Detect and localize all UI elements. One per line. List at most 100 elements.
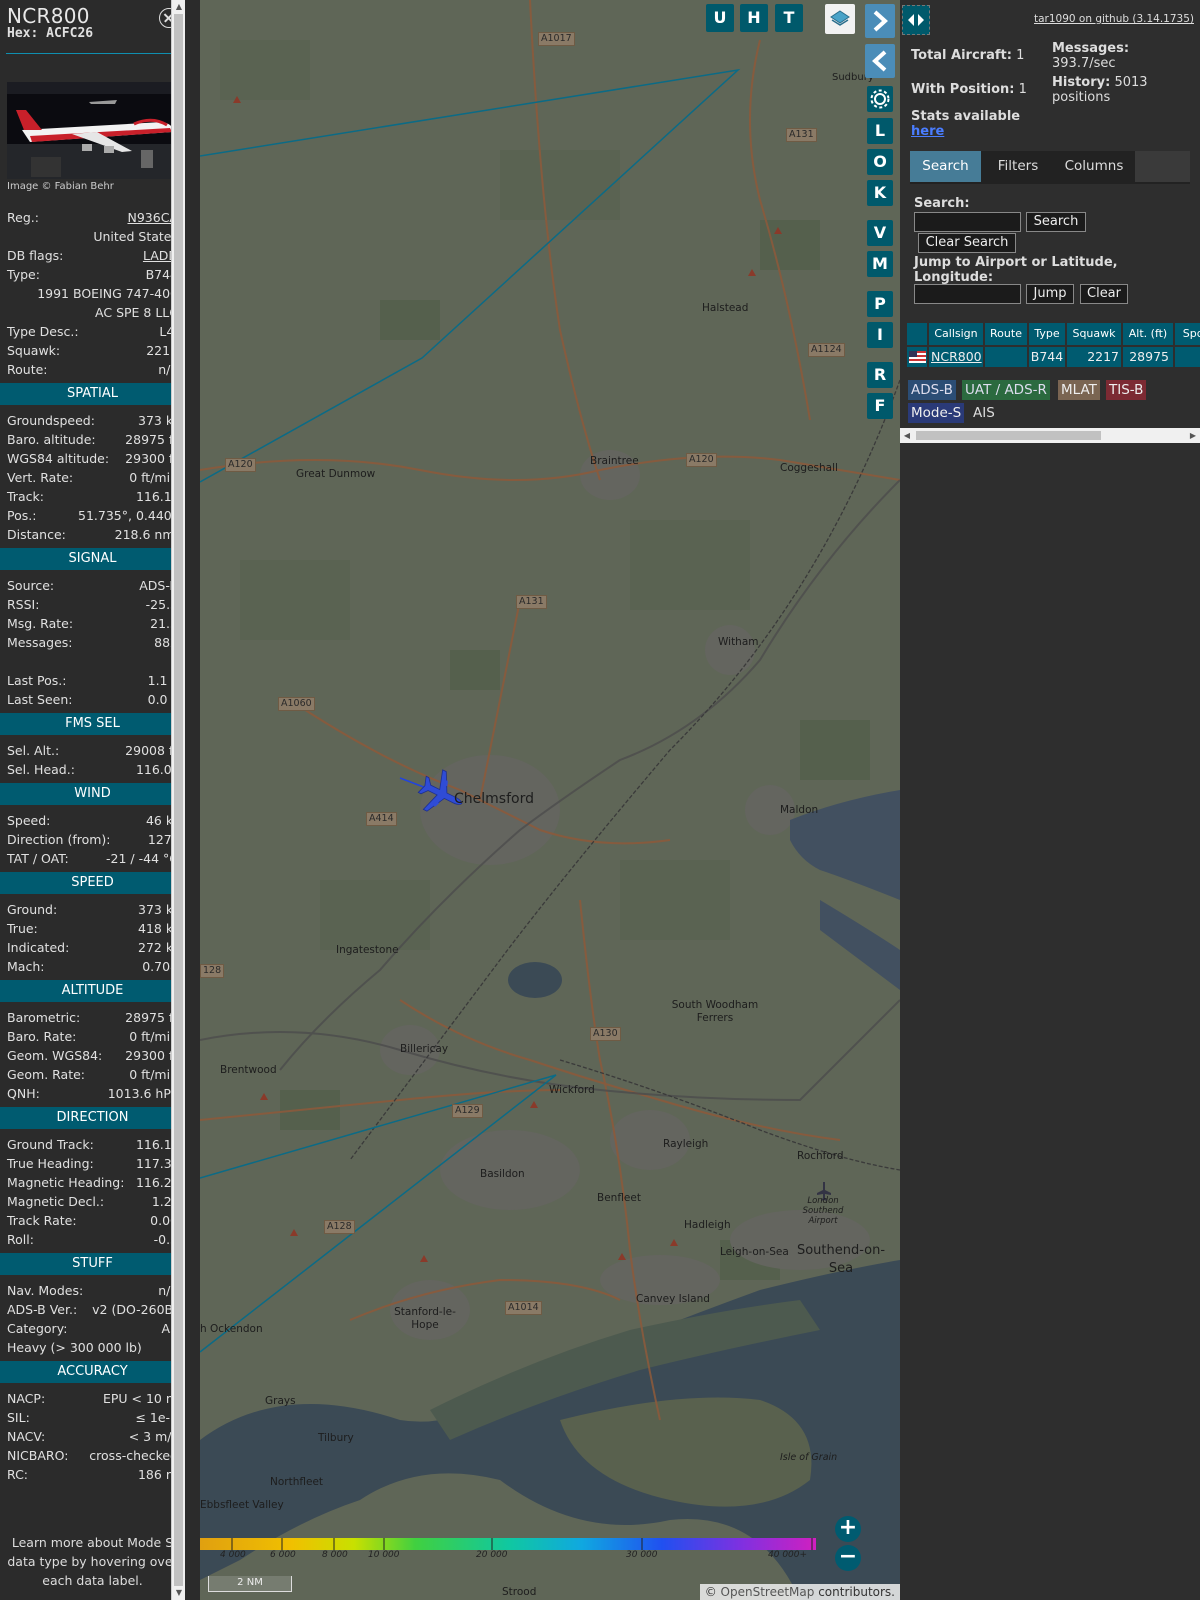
jump-input[interactable] — [914, 284, 1021, 304]
row-label[interactable]: Category: — [7, 1319, 67, 1338]
source-chip-adsb[interactable]: ADS-B — [908, 380, 956, 400]
column-header[interactable]: Type — [1029, 323, 1065, 345]
row-label[interactable]: Source: — [7, 576, 54, 595]
scroll-right-arrow-icon[interactable]: ▶ — [1186, 428, 1200, 443]
toggle-sidebar-button[interactable] — [902, 5, 930, 35]
column-header[interactable]: Callsign — [929, 323, 983, 345]
scroll-up-arrow-icon[interactable]: ▲ — [172, 0, 185, 14]
hscroll-thumb[interactable] — [916, 431, 1101, 440]
row-label[interactable]: Vert. Rate: — [7, 468, 73, 487]
toggle-f-button[interactable]: F — [867, 393, 893, 419]
source-chip-mlat[interactable]: MLAT — [1058, 380, 1100, 400]
row-label[interactable]: Last Seen: — [7, 690, 72, 709]
row-label[interactable]: Sel. Alt.: — [7, 741, 59, 760]
search-button[interactable]: Search — [1026, 212, 1086, 232]
row-label[interactable]: Last Pos.: — [7, 671, 66, 690]
row-label[interactable]: Groundspeed: — [7, 411, 95, 430]
source-chip-uat[interactable]: UAT / ADS-R — [962, 380, 1050, 400]
horizontal-scrollbar[interactable]: ◀ ▶ — [900, 428, 1200, 443]
row-label[interactable]: DB flags: — [7, 246, 63, 265]
callsign-cell[interactable]: NCR800 — [929, 347, 983, 367]
aircraft-photo[interactable] — [7, 82, 178, 179]
row-label[interactable]: ADS-B Ver.: — [7, 1300, 77, 1319]
row-label[interactable]: Type Desc.: — [7, 322, 79, 341]
layers-button[interactable] — [825, 4, 855, 34]
zoom-out-button[interactable]: − — [835, 1545, 861, 1571]
clear-jump-button[interactable]: Clear — [1080, 284, 1128, 304]
stats-link[interactable]: here — [911, 124, 944, 139]
scrollbar-thumb[interactable] — [174, 14, 183, 1586]
source-chip-modes[interactable]: Mode-S — [908, 403, 965, 423]
row-label[interactable]: Ground Track: — [7, 1135, 94, 1154]
search-input[interactable] — [914, 212, 1021, 232]
forward-button[interactable] — [865, 4, 895, 38]
row-label[interactable]: Magnetic Heading: — [7, 1173, 124, 1192]
toggle-t-button[interactable]: T — [775, 4, 803, 32]
row-label[interactable]: Heavy (> 300 000 lb) — [7, 1338, 142, 1357]
row-label[interactable]: True: — [7, 919, 38, 938]
source-chip-ais[interactable]: AIS — [970, 403, 998, 423]
source-chip-tisb[interactable]: TIS-B — [1106, 380, 1147, 400]
clear-search-button[interactable]: Clear Search — [918, 233, 1016, 253]
row-label[interactable]: NACV: — [7, 1427, 45, 1446]
row-label[interactable]: WGS84 altitude: — [7, 449, 109, 468]
row-label[interactable]: True Heading: — [7, 1154, 94, 1173]
row-label[interactable]: Direction (from): — [7, 830, 111, 849]
osm-link[interactable]: OpenStreetMap — [721, 1585, 815, 1599]
toggle-i-button[interactable]: I — [867, 322, 893, 348]
row-label[interactable]: Roll: — [7, 1230, 34, 1249]
row-label[interactable]: Track: — [7, 487, 44, 506]
row-label[interactable]: Route: — [7, 360, 48, 379]
row-label[interactable]: NACP: — [7, 1389, 45, 1408]
table-row[interactable] — [907, 347, 927, 367]
toggle-o-button[interactable]: O — [867, 149, 893, 175]
row-label[interactable]: Barometric: — [7, 1008, 80, 1027]
column-header[interactable]: Alt. (ft) — [1123, 323, 1173, 345]
row-label[interactable]: RC: — [7, 1465, 28, 1484]
row-label[interactable]: Track Rate: — [7, 1211, 77, 1230]
back-button[interactable] — [865, 44, 895, 78]
toggle-l-button[interactable]: L — [867, 118, 893, 144]
map-view[interactable]: Chelmsford Braintree Great Dunmow Halste… — [200, 0, 900, 1600]
tab-search[interactable]: Search — [910, 151, 981, 182]
row-label[interactable]: Pos.: — [7, 506, 36, 525]
row-label[interactable]: Reg.: — [7, 208, 39, 227]
row-label[interactable]: Ground: — [7, 900, 57, 919]
row-label[interactable]: RSSI: — [7, 595, 39, 614]
sidebar-scrollbar[interactable]: ▲ ▼ — [171, 0, 185, 1600]
zoom-in-button[interactable]: + — [835, 1516, 861, 1542]
row-label[interactable]: Baro. Rate: — [7, 1027, 76, 1046]
column-header[interactable]: Squawk — [1067, 323, 1121, 345]
toggle-h-button[interactable]: H — [740, 4, 768, 32]
scroll-left-arrow-icon[interactable]: ◀ — [900, 428, 914, 443]
row-label[interactable]: Type: — [7, 265, 40, 284]
row-label[interactable]: Geom. WGS84: — [7, 1046, 102, 1065]
row-label[interactable]: Speed: — [7, 811, 50, 830]
row-label[interactable]: Distance: — [7, 525, 66, 544]
row-label[interactable]: Magnetic Decl.: — [7, 1192, 104, 1211]
row-label[interactable]: Mach: — [7, 957, 44, 976]
settings-button[interactable] — [867, 86, 893, 112]
scroll-down-arrow-icon[interactable]: ▼ — [172, 1586, 185, 1600]
toggle-v-button[interactable]: V — [867, 220, 893, 246]
row-label[interactable]: Indicated: — [7, 938, 69, 957]
row-label[interactable]: Squawk: — [7, 341, 60, 360]
column-header[interactable]: Route — [985, 323, 1027, 345]
tab-filters[interactable]: Filters — [983, 151, 1053, 182]
row-label[interactable]: Baro. altitude: — [7, 430, 96, 449]
row-label[interactable]: Msg. Rate: — [7, 614, 73, 633]
tab-columns[interactable]: Columns — [1055, 151, 1133, 182]
jump-button[interactable]: Jump — [1026, 284, 1074, 304]
row-label[interactable]: SIL: — [7, 1408, 30, 1427]
row-label[interactable]: Nav. Modes: — [7, 1281, 83, 1300]
toggle-m-button[interactable]: M — [867, 251, 893, 277]
row-label[interactable]: QNH: — [7, 1084, 40, 1103]
row-label[interactable]: Geom. Rate: — [7, 1065, 85, 1084]
row-label[interactable]: Messages: — [7, 633, 73, 652]
column-header[interactable]: Spd. — [1175, 323, 1200, 345]
row-label[interactable]: NICBARO: — [7, 1446, 68, 1465]
github-link[interactable]: tar1090 on github (3.14.1735) — [1034, 13, 1194, 25]
toggle-k-button[interactable]: K — [867, 180, 893, 206]
row-label[interactable]: Sel. Head.: — [7, 760, 75, 779]
toggle-r-button[interactable]: R — [867, 362, 893, 388]
